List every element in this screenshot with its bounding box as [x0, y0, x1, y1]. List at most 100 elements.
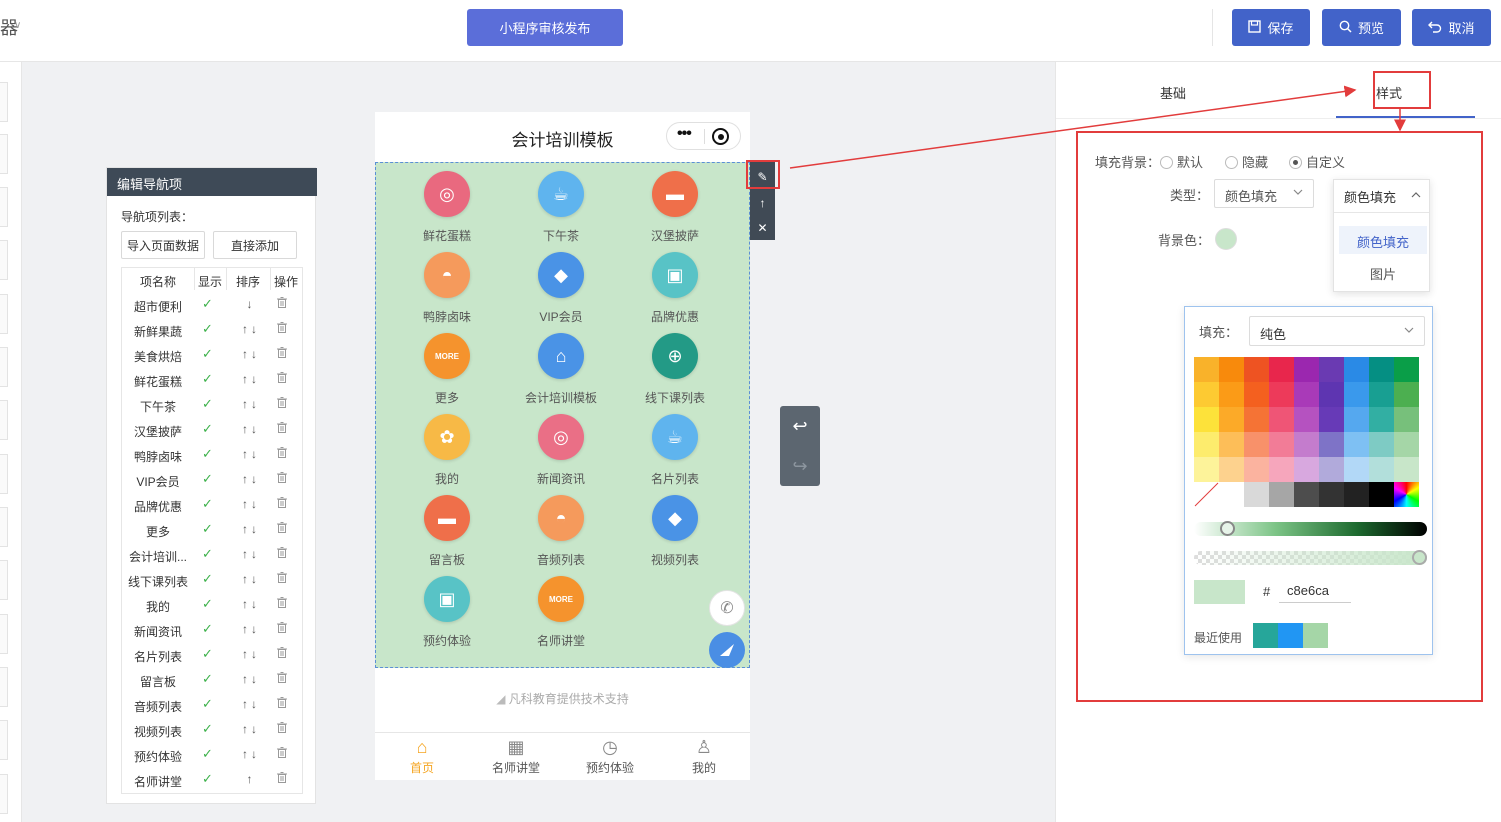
cancel-button[interactable]: 取消	[1412, 9, 1491, 46]
palette-swatch[interactable]	[1244, 357, 1269, 382]
no-color-swatch[interactable]	[1194, 482, 1219, 507]
trash-icon[interactable]	[277, 422, 287, 436]
trash-icon[interactable]	[277, 297, 287, 311]
sidebar-tab[interactable]	[0, 134, 8, 174]
checkmark-icon[interactable]: ✓	[202, 696, 213, 712]
import-page-data-button[interactable]: 导入页面数据	[121, 231, 205, 259]
palette-swatch[interactable]	[1344, 432, 1369, 457]
palette-swatch[interactable]	[1369, 382, 1394, 407]
checkmark-icon[interactable]: ✓	[202, 521, 213, 537]
palette-swatch[interactable]	[1194, 457, 1219, 482]
sidebar-tab[interactable]	[0, 667, 8, 707]
sort-arrows[interactable]: ↑↓	[230, 422, 272, 436]
palette-swatch[interactable]	[1319, 457, 1344, 482]
palette-swatch[interactable]	[1244, 482, 1269, 507]
checkmark-icon[interactable]: ✓	[202, 371, 213, 387]
sort-arrows[interactable]: ↑↓	[230, 672, 272, 686]
palette-swatch[interactable]	[1294, 432, 1319, 457]
hex-input[interactable]: c8e6ca	[1279, 581, 1351, 603]
palette-swatch[interactable]	[1269, 382, 1294, 407]
palette-swatch[interactable]	[1219, 457, 1244, 482]
more-dots-icon[interactable]: •••	[677, 125, 692, 143]
sort-arrows[interactable]: ↑↓	[230, 622, 272, 636]
palette-swatch[interactable]	[1344, 407, 1369, 432]
sort-arrows[interactable]: ↑↓	[230, 547, 272, 561]
checkmark-icon[interactable]: ✓	[202, 721, 213, 737]
sidebar-tab[interactable]	[0, 400, 8, 440]
trash-icon[interactable]	[277, 597, 287, 611]
palette-swatch[interactable]	[1394, 407, 1419, 432]
palette-swatch[interactable]	[1219, 482, 1244, 507]
sort-arrows[interactable]: ↑↓	[230, 447, 272, 461]
sort-arrows[interactable]: ↑↓	[230, 347, 272, 361]
palette-swatch[interactable]	[1269, 407, 1294, 432]
grid-item[interactable]: ◓ 音频列表	[504, 487, 618, 567]
palette-swatch[interactable]	[1294, 407, 1319, 432]
sort-arrows[interactable]: ↑↓	[230, 522, 272, 536]
spectrum-swatch[interactable]	[1394, 482, 1419, 507]
palette-swatch[interactable]	[1294, 382, 1319, 407]
sort-arrows[interactable]: ↑↓	[230, 397, 272, 411]
type-select[interactable]: 颜色填充	[1214, 179, 1314, 208]
palette-swatch[interactable]	[1344, 457, 1369, 482]
palette-swatch[interactable]	[1269, 357, 1294, 382]
recent-color-swatch[interactable]	[1253, 623, 1278, 648]
checkmark-icon[interactable]: ✓	[202, 646, 213, 662]
trash-icon[interactable]	[277, 647, 287, 661]
type-dropdown[interactable]: 颜色填充 颜色填充 图片	[1333, 179, 1430, 292]
trash-icon[interactable]	[277, 447, 287, 461]
palette-swatch[interactable]	[1244, 407, 1269, 432]
checkmark-icon[interactable]: ✓	[202, 671, 213, 687]
checkmark-icon[interactable]: ✓	[202, 296, 213, 312]
grid-item[interactable]: ☕ 下午茶	[504, 163, 618, 243]
palette-swatch[interactable]	[1194, 357, 1219, 382]
trash-icon[interactable]	[277, 747, 287, 761]
recent-color-swatch[interactable]	[1303, 623, 1328, 648]
grid-item[interactable]: ▣ 预约体验	[390, 568, 504, 648]
grid-item[interactable]: ◎ 新闻资讯	[504, 406, 618, 486]
alpha-slider-handle[interactable]	[1412, 550, 1427, 565]
move-up-icon[interactable]: ↑	[750, 190, 775, 215]
palette-swatch[interactable]	[1369, 357, 1394, 382]
trash-icon[interactable]	[277, 547, 287, 561]
palette-swatch[interactable]	[1219, 407, 1244, 432]
palette-swatch[interactable]	[1369, 432, 1394, 457]
palette-swatch[interactable]	[1294, 457, 1319, 482]
sort-arrows[interactable]: ↑↓	[230, 497, 272, 511]
palette-swatch[interactable]	[1244, 457, 1269, 482]
palette-swatch[interactable]	[1344, 382, 1369, 407]
checkmark-icon[interactable]: ✓	[202, 571, 213, 587]
bg-color-swatch[interactable]	[1215, 228, 1237, 250]
palette-swatch[interactable]	[1194, 382, 1219, 407]
sidebar-tab[interactable]	[0, 454, 8, 494]
trash-icon[interactable]	[277, 497, 287, 511]
sort-arrows[interactable]: ↑	[230, 772, 272, 786]
checkmark-icon[interactable]: ✓	[202, 771, 213, 787]
grid-item[interactable]: ▬ 汉堡披萨	[618, 163, 732, 243]
preview-button[interactable]: 预览	[1322, 9, 1401, 46]
sort-arrows[interactable]: ↑↓	[230, 372, 272, 386]
close-target-icon[interactable]	[712, 128, 729, 145]
palette-swatch[interactable]	[1219, 357, 1244, 382]
grid-item[interactable]: ▣ 品牌优惠	[618, 244, 732, 324]
trash-icon[interactable]	[277, 347, 287, 361]
fill-mode-select[interactable]: 纯色	[1249, 316, 1425, 346]
recent-color-swatch[interactable]	[1278, 623, 1303, 648]
publish-review-button[interactable]: 小程序审核发布	[467, 9, 623, 46]
checkmark-icon[interactable]: ✓	[202, 746, 213, 762]
trash-icon[interactable]	[277, 697, 287, 711]
checkmark-icon[interactable]: ✓	[202, 621, 213, 637]
grid-item[interactable]: ◆ VIP会员	[504, 244, 618, 324]
save-button[interactable]: 保存	[1232, 9, 1310, 46]
grid-item[interactable]: ✿ 我的	[390, 406, 504, 486]
palette-swatch[interactable]	[1394, 457, 1419, 482]
sort-arrows[interactable]: ↑↓	[230, 722, 272, 736]
checkmark-icon[interactable]: ✓	[202, 596, 213, 612]
palette-swatch[interactable]	[1244, 382, 1269, 407]
sort-arrows[interactable]: ↑↓	[230, 747, 272, 761]
palette-swatch[interactable]	[1319, 482, 1344, 507]
chevron-down-icon[interactable]: ∨	[14, 20, 21, 31]
trash-icon[interactable]	[277, 472, 287, 486]
palette-swatch[interactable]	[1219, 382, 1244, 407]
palette-swatch[interactable]	[1319, 357, 1344, 382]
